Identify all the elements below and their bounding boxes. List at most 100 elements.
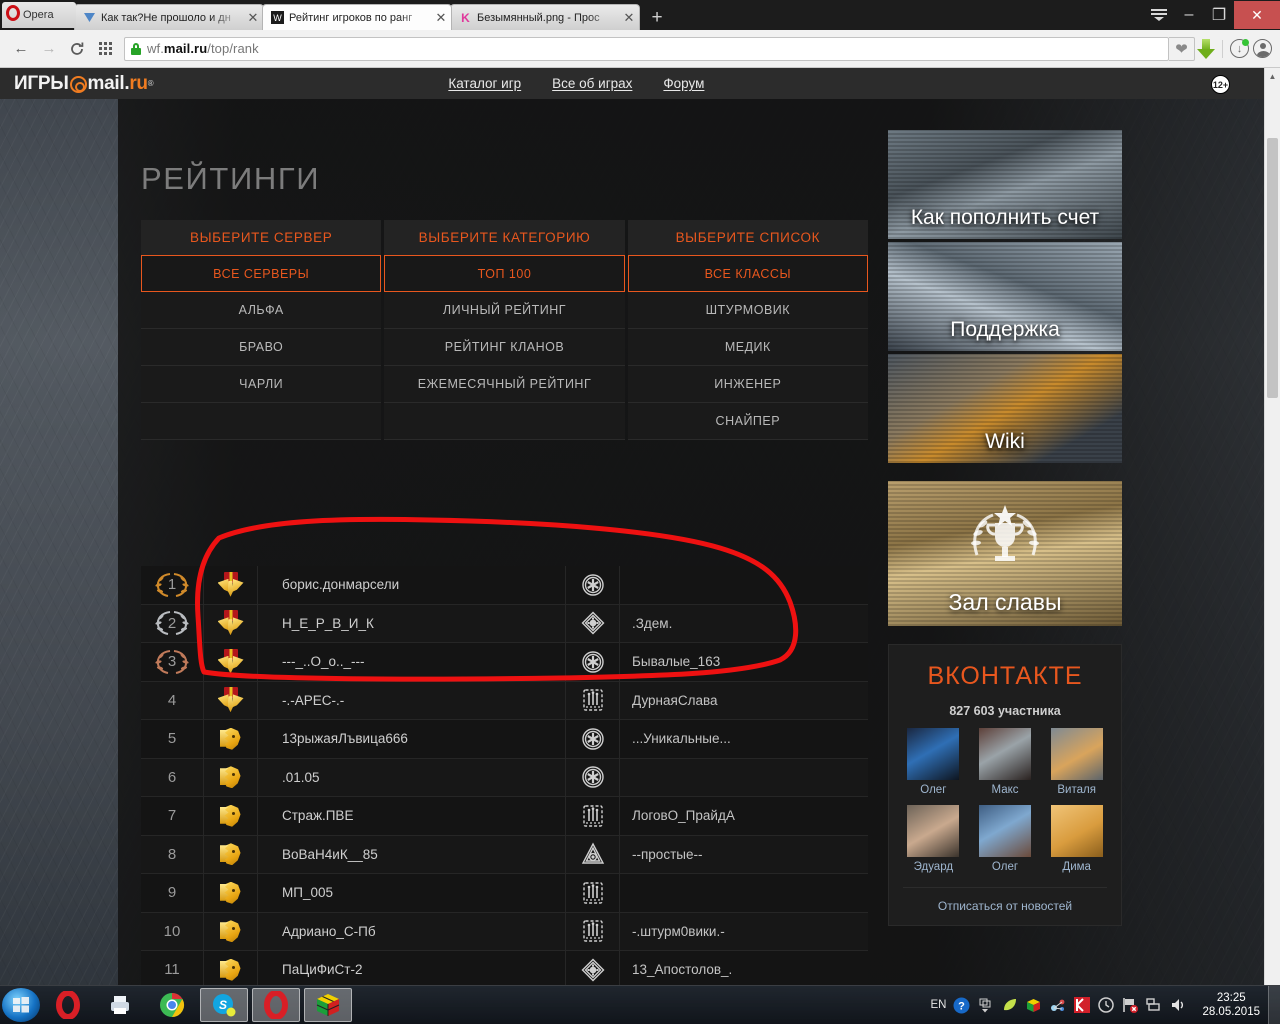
nav-link-all-about-games[interactable]: Все об играх — [552, 76, 632, 91]
reload-icon[interactable] — [64, 36, 90, 62]
vk-member-6[interactable]: Дима — [1046, 805, 1107, 873]
clan-name[interactable]: 13_Апостолов_. — [620, 962, 868, 977]
forward-icon[interactable]: → — [36, 36, 62, 62]
scroll-up-arrow-icon[interactable]: ▲ — [1265, 68, 1280, 84]
player-name[interactable]: ВоВаН4иК__85 — [258, 847, 565, 862]
vk-member-3[interactable]: Виталя — [1046, 728, 1107, 796]
player-name[interactable]: МП_005 — [258, 885, 565, 900]
table-row[interactable]: 3 ---_..O_o.._--- Бывалые_163 — [141, 643, 868, 682]
table-row[interactable]: 9 МП_005 — [141, 874, 868, 913]
vk-member-5[interactable]: Олег — [975, 805, 1036, 873]
scrollbar-thumb[interactable] — [1267, 138, 1278, 398]
player-name[interactable]: Н_Е_Р_В_И_К — [258, 616, 565, 631]
leaf-icon[interactable] — [1001, 997, 1018, 1014]
table-row[interactable]: 1 борис.донмарсели — [141, 566, 868, 605]
table-row[interactable]: 4 -.-APEC-.- ДурнаяСлава — [141, 681, 868, 720]
taskbar-opera-window-icon[interactable] — [252, 988, 300, 1022]
taskbar-clock[interactable]: 23:25 28.05.2015 — [1194, 991, 1268, 1019]
nav-link-forum[interactable]: Форум — [663, 76, 704, 91]
close-icon[interactable]: ✕ — [247, 10, 259, 26]
filter-server-bravo[interactable]: БРАВО — [141, 329, 382, 366]
close-icon[interactable]: ✕ — [623, 10, 635, 26]
flag-icon[interactable] — [1121, 997, 1138, 1014]
table-row[interactable]: 6 .01.05 — [141, 758, 868, 797]
page-scrollbar[interactable]: ▲ — [1264, 68, 1280, 985]
vk-unsubscribe-link[interactable]: Отписаться от новостей — [903, 887, 1107, 913]
opera-menu-button[interactable]: Opera — [2, 2, 76, 28]
close-icon[interactable]: ✕ — [435, 10, 447, 26]
back-icon[interactable]: ← — [8, 36, 34, 62]
filter-class-all[interactable]: ВСЕ КЛАССЫ — [627, 255, 868, 292]
filter-class-medic[interactable]: МЕДИК — [627, 329, 868, 366]
kaspersky-icon[interactable] — [1073, 997, 1090, 1014]
browser-tab-1[interactable]: Как так?Не прошоло и дн ✕ — [74, 4, 264, 30]
filter-class-engineer[interactable]: ИНЖЕНЕР — [627, 366, 868, 403]
rubik-icon[interactable] — [1025, 997, 1042, 1014]
windows-start-icon[interactable] — [2, 988, 40, 1022]
profile-avatar-icon[interactable] — [1253, 39, 1272, 58]
apps-grid-icon[interactable] — [92, 36, 118, 62]
taskbar-chrome-icon[interactable] — [148, 988, 196, 1022]
clan-name[interactable]: ДурнаяСлава — [620, 693, 868, 708]
taskbar-printer-icon[interactable] — [96, 988, 144, 1022]
table-row[interactable]: 5 13рыжаяЛъвица666 ...Уникальные... — [141, 720, 868, 759]
filter-category-clans[interactable]: РЕЙТИНГ КЛАНОВ — [384, 329, 625, 366]
hall-of-fame-card[interactable]: Зал славы — [888, 481, 1122, 626]
clan-name[interactable]: .Здем. — [620, 616, 868, 631]
table-row[interactable]: 8 ВоВаН4иК__85 --простые-- — [141, 835, 868, 874]
filter-server-alpha[interactable]: АЛЬФА — [141, 292, 382, 329]
overflow-icon[interactable] — [977, 997, 994, 1014]
new-tab-button[interactable]: + — [647, 8, 667, 27]
table-row[interactable]: 2 Н_Е_Р_В_И_К .Здем. — [141, 604, 868, 643]
filter-server-all[interactable]: ВСЕ СЕРВЕРЫ — [141, 255, 382, 292]
close-window-button[interactable]: ✕ — [1234, 1, 1280, 29]
network-icon[interactable] — [1145, 997, 1162, 1014]
player-name[interactable]: 13рыжаяЛъвица666 — [258, 731, 565, 746]
taskbar-skype-icon[interactable]: S — [200, 988, 248, 1022]
clan-name[interactable]: ...Уникальные... — [620, 731, 868, 746]
site-logo[interactable]: ИГРЫ mail. ru ® — [14, 73, 154, 95]
player-name[interactable]: ПаЦиФиСт-2 — [258, 962, 565, 977]
vk-member-2[interactable]: Макс — [975, 728, 1036, 796]
molecule-icon[interactable] — [1049, 997, 1066, 1014]
minimize-button[interactable]: – — [1174, 0, 1204, 30]
promo-card-wiki[interactable]: Wiki — [888, 354, 1122, 463]
player-name[interactable]: борис.донмарсели — [258, 577, 565, 592]
address-bar[interactable]: wf.mail.ru/top/rank — [124, 36, 1169, 61]
player-name[interactable]: Страж.ПВЕ — [258, 808, 565, 823]
vk-member-4[interactable]: Эдуард — [903, 805, 964, 873]
help-icon[interactable]: ? — [953, 997, 970, 1014]
filter-category-top100[interactable]: ТОП 100 — [384, 255, 625, 292]
bookmark-heart-icon[interactable]: ❤ — [1169, 36, 1195, 61]
clock-icon[interactable] — [1097, 997, 1114, 1014]
promo-card-topup[interactable]: Как пополнить счет — [888, 130, 1122, 239]
filter-class-rifleman[interactable]: ШТУРМОВИК — [627, 292, 868, 329]
player-name[interactable]: -.-APEC-.- — [258, 693, 565, 708]
taskbar-rubik-icon[interactable] — [304, 988, 352, 1022]
download-arrow-icon[interactable] — [1197, 38, 1215, 59]
maximize-restore-button[interactable]: ❐ — [1204, 0, 1234, 30]
taskbar-opera-icon[interactable] — [44, 988, 92, 1022]
volume-icon[interactable] — [1169, 997, 1186, 1014]
filter-class-sniper[interactable]: СНАЙПЕР — [627, 403, 868, 440]
table-row[interactable]: 7 Страж.ПВЕ ЛоговО_ПрайдА — [141, 797, 868, 836]
table-row[interactable]: 10 Адриано_С-Пб -.штурм0вики.- — [141, 912, 868, 951]
promo-card-support[interactable]: Поддержка — [888, 242, 1122, 351]
browser-menu-icon[interactable] — [1144, 0, 1174, 30]
clan-name[interactable]: -.штурм0вики.- — [620, 924, 868, 939]
filter-server-charlie[interactable]: ЧАРЛИ — [141, 366, 382, 403]
nav-link-catalog[interactable]: Каталог игр — [448, 76, 521, 91]
clan-name[interactable]: --простые-- — [620, 847, 868, 862]
clan-name[interactable]: Бывалые_163 — [620, 654, 868, 669]
player-name[interactable]: ---_..O_o.._--- — [258, 654, 565, 669]
browser-tab-3[interactable]: K Безымянный.png - Прос ✕ — [450, 4, 640, 30]
filter-category-monthly[interactable]: ЕЖЕМЕСЯЧНЫЙ РЕЙТИНГ — [384, 366, 625, 403]
player-name[interactable]: .01.05 — [258, 770, 565, 785]
vk-member-1[interactable]: Олег — [903, 728, 964, 796]
downloads-icon[interactable]: ↓ — [1230, 39, 1249, 58]
browser-tab-2[interactable]: W Рейтинг игроков по ранг ✕ — [262, 4, 452, 30]
table-row[interactable]: 11 ПаЦиФиСт-2 13_Апостолов_. — [141, 951, 868, 985]
player-name[interactable]: Адриано_С-Пб — [258, 924, 565, 939]
clan-name[interactable]: ЛоговО_ПрайдА — [620, 808, 868, 823]
filter-category-personal[interactable]: ЛИЧНЫЙ РЕЙТИНГ — [384, 292, 625, 329]
